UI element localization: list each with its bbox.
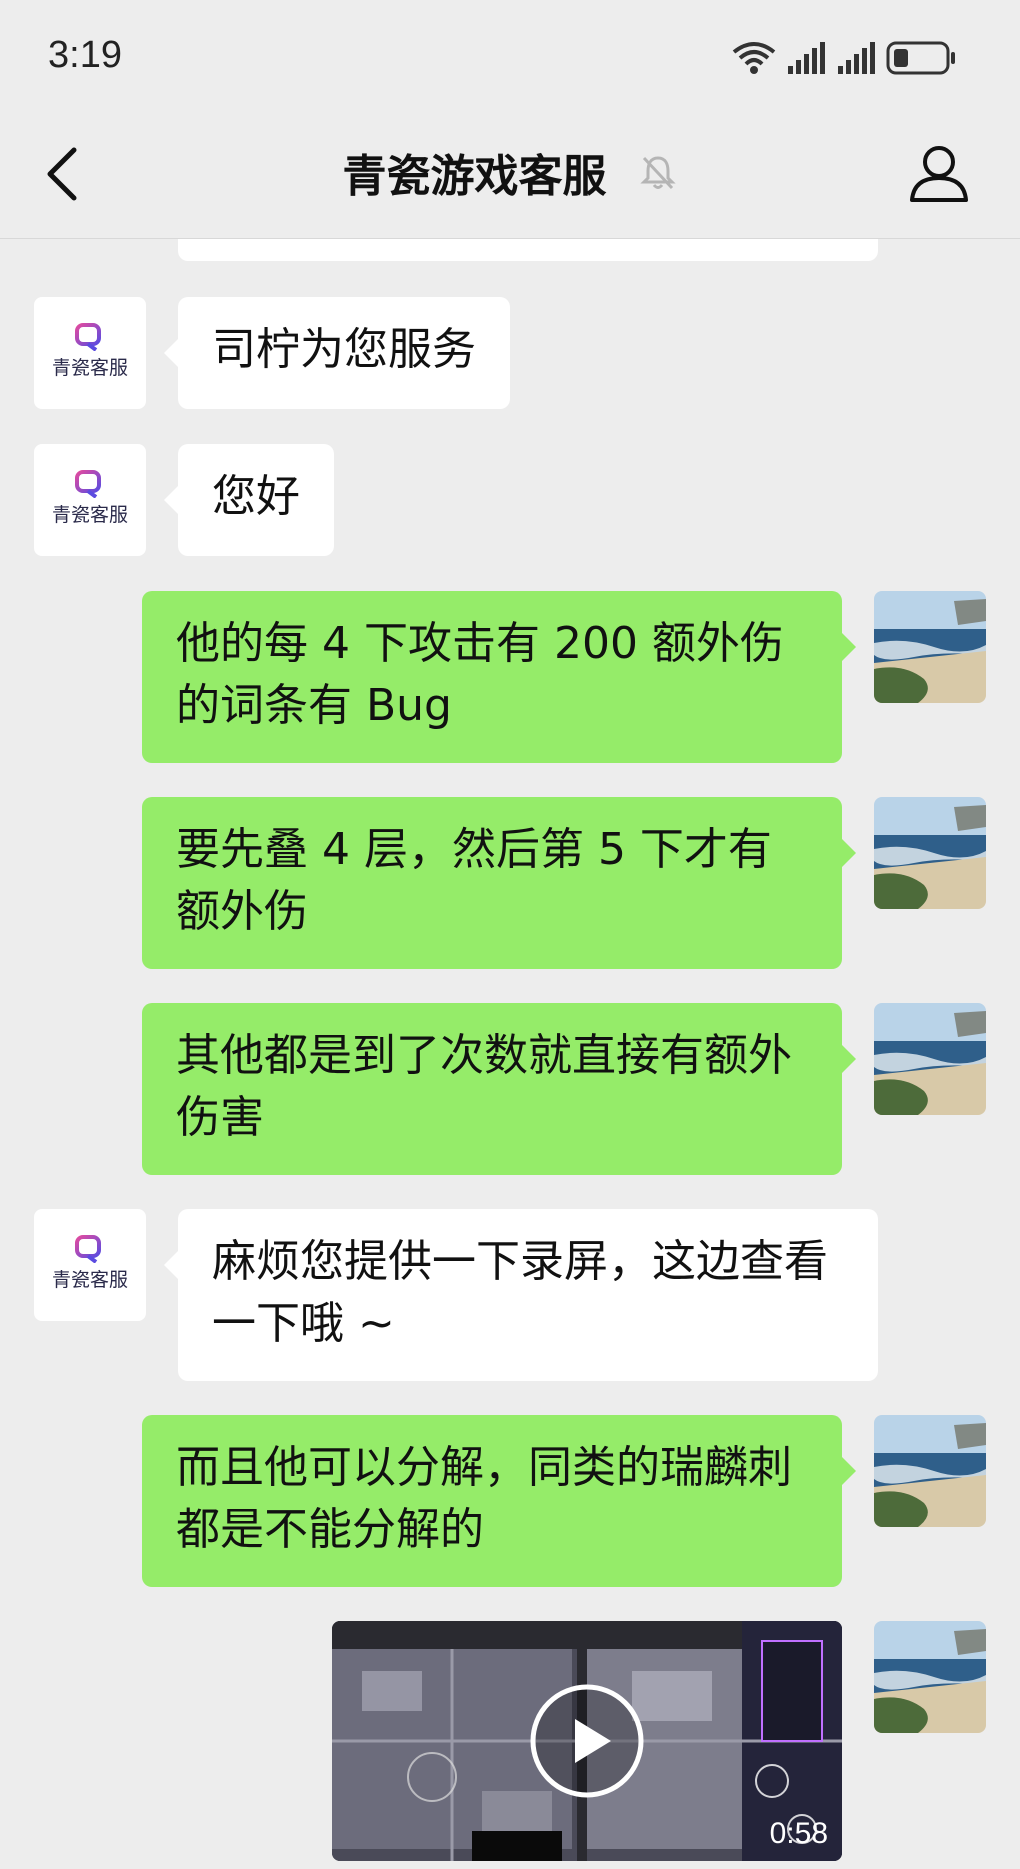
video-message[interactable]: 0:58 <box>332 1621 842 1861</box>
chat-area[interactable]: 青瓷客服 司柠为您服务 青瓷客服 您好 他的每 4 下攻击有 200 额外伤的词… <box>0 239 1020 1869</box>
play-icon[interactable] <box>529 1683 645 1799</box>
support-avatar-text: 青瓷客服 <box>51 504 128 526</box>
chat-title: 青瓷游戏客服 <box>342 151 607 202</box>
message-bubble[interactable]: 他的每 4 下攻击有 200 额外伤的词条有 Bug <box>142 591 856 763</box>
user-avatar[interactable] <box>874 797 986 909</box>
status-bar: 3:19 <box>0 0 1020 110</box>
message-bubble[interactable]: 您好 <box>164 444 334 556</box>
support-logo-icon <box>75 470 101 498</box>
support-logo-icon <box>75 1235 101 1263</box>
wifi-icon <box>732 42 776 74</box>
support-avatar-text: 青瓷客服 <box>51 1269 128 1291</box>
message-bubble[interactable]: 其他都是到了次数就直接有额外伤害 <box>142 1003 856 1175</box>
user-avatar[interactable] <box>874 1003 986 1115</box>
previous-message-bubble <box>178 239 878 261</box>
signal-icon-2 <box>838 42 875 74</box>
video-duration: 0:58 <box>769 1817 828 1850</box>
support-avatar[interactable]: 青瓷客服 <box>34 1209 146 1321</box>
message-bubble[interactable]: 司柠为您服务 <box>164 297 510 409</box>
seascape-avatar-image <box>874 1621 986 1733</box>
support-logo-icon <box>75 323 101 351</box>
battery-icon <box>886 41 955 75</box>
seascape-avatar-image <box>874 797 986 909</box>
support-avatar[interactable]: 青瓷客服 <box>34 297 146 409</box>
support-avatar-text: 青瓷客服 <box>51 357 128 379</box>
profile-button[interactable] <box>908 142 970 204</box>
chat-header: 青瓷游戏客服 <box>0 110 1020 239</box>
seascape-avatar-image <box>874 591 986 703</box>
user-avatar[interactable] <box>874 1621 986 1733</box>
seascape-avatar-image <box>874 1415 986 1527</box>
message-bubble[interactable]: 麻烦您提供一下录屏，这边查看一下哦 ~ <box>164 1209 878 1381</box>
mute-bell-icon <box>639 156 676 190</box>
signal-icon-1 <box>788 42 825 74</box>
person-icon <box>910 146 968 202</box>
seascape-avatar-image <box>874 1003 986 1115</box>
support-avatar[interactable]: 青瓷客服 <box>34 444 146 556</box>
user-avatar[interactable] <box>874 591 986 703</box>
message-bubble[interactable]: 要先叠 4 层，然后第 5 下才有额外伤 <box>142 797 856 969</box>
status-time: 3:19 <box>48 34 122 76</box>
status-icons <box>732 40 972 76</box>
user-avatar[interactable] <box>874 1415 986 1527</box>
message-bubble[interactable]: 而且他可以分解，同类的瑞麟刺都是不能分解的 <box>142 1415 856 1587</box>
